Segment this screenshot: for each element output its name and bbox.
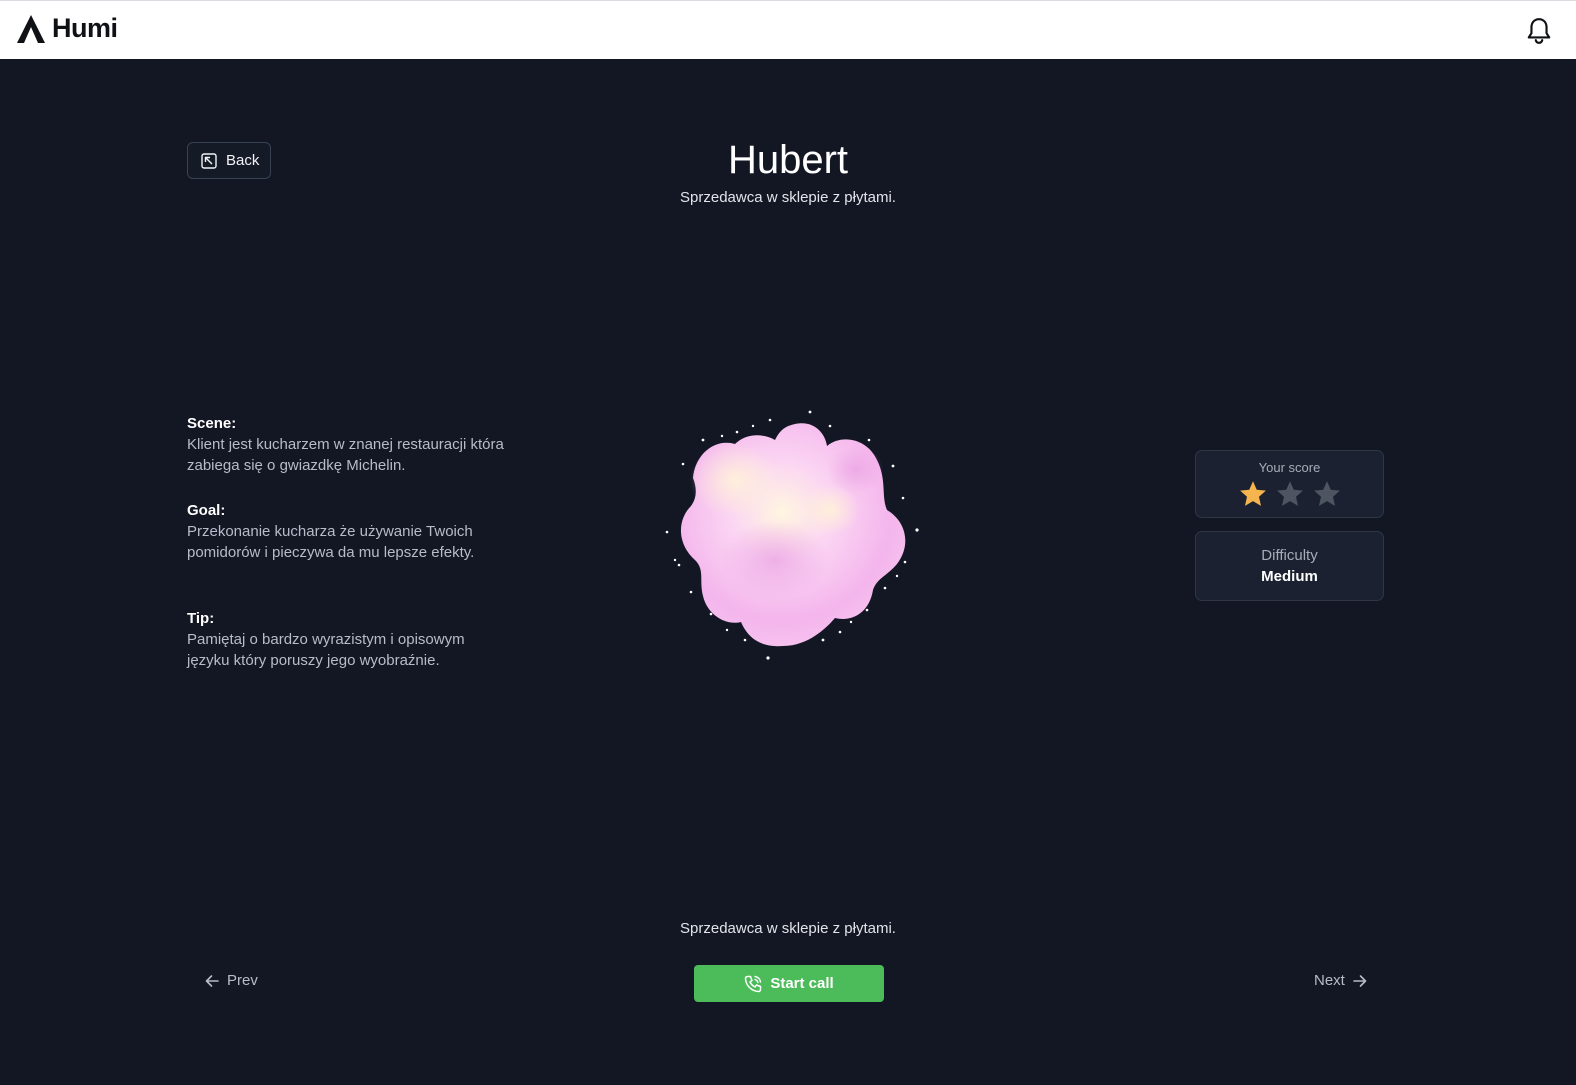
scene-section: Scene: Klient jest kucharzem w znanej re… (187, 413, 507, 476)
persona-role: Sprzedawca w sklepie z płytami. (680, 189, 896, 206)
prev-button-label: Prev (227, 972, 258, 989)
brand-logo[interactable]: Humi (16, 13, 118, 44)
goal-section: Goal: Przekonanie kucharza że używanie T… (187, 500, 507, 563)
star-empty-icon (1313, 481, 1340, 506)
score-card: Your score (1195, 450, 1384, 518)
tip-text: Pamiętaj o bardzo wyrazistym i opisowym … (187, 631, 465, 669)
scene-text: Klient jest kucharzem w znanej restaurac… (187, 436, 504, 474)
back-button-label: Back (226, 152, 260, 169)
start-call-label: Start call (770, 975, 834, 992)
arrow-left-icon (205, 974, 219, 987)
goal-label: Goal: (187, 502, 226, 519)
difficulty-card: Difficulty Medium (1195, 531, 1384, 601)
goal-text: Przekonanie kucharza że używanie Twoich … (187, 523, 475, 561)
prev-button[interactable]: Prev (205, 972, 258, 989)
persona-name: Hubert (727, 138, 849, 182)
brand-name: Humi (52, 13, 118, 43)
scene-label: Scene: (187, 415, 237, 432)
bell-icon[interactable] (1526, 17, 1552, 45)
score-label: Your score (1258, 460, 1321, 475)
tip-label: Tip: (187, 610, 215, 627)
score-stars (1196, 479, 1383, 509)
tip-section: Tip: Pamiętaj o bardzo wyrazistym i opis… (187, 608, 507, 671)
persona-blob-avatar (665, 410, 919, 660)
next-button-label: Next (1314, 972, 1345, 989)
back-button[interactable]: Back (187, 142, 271, 179)
difficulty-label: Difficulty (1261, 547, 1318, 564)
arrow-right-icon (1353, 974, 1367, 987)
next-button[interactable]: Next (1314, 972, 1367, 989)
star-empty-icon (1276, 481, 1303, 506)
star-filled-icon (1239, 481, 1266, 506)
return-icon (201, 152, 217, 169)
difficulty-value: Medium (1261, 568, 1318, 585)
start-call-button[interactable]: Start call (694, 965, 884, 1002)
top-bar: Humi (0, 0, 1576, 59)
phone-call-icon (745, 975, 762, 992)
footer-caption: Sprzedawca w sklepie z płytami. (680, 920, 896, 937)
triangle-logo-icon (17, 14, 45, 43)
